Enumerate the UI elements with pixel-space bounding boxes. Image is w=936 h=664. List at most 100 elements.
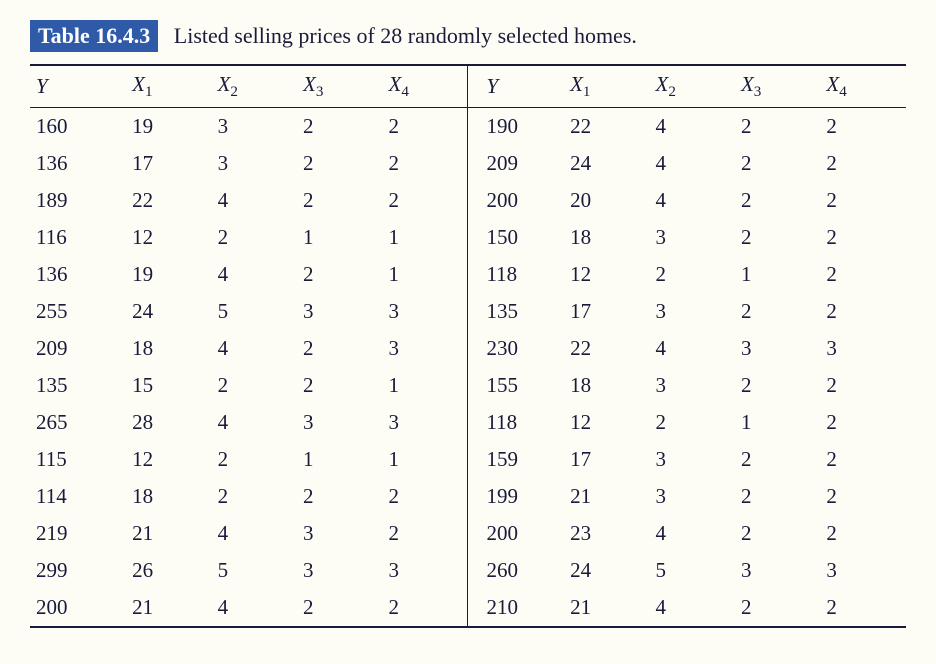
- table-number-badge: Table 16.4.3: [30, 20, 158, 52]
- cell: 160: [30, 108, 126, 146]
- cell: 2: [297, 182, 382, 219]
- cell: 136: [30, 256, 126, 293]
- cell: 2: [820, 182, 906, 219]
- cell: 118: [468, 404, 564, 441]
- cell: 12: [564, 256, 649, 293]
- cell: 3: [297, 515, 382, 552]
- cell: 150: [468, 219, 564, 256]
- table-body: 1601932219022422136173222092442218922422…: [30, 108, 906, 628]
- cell: 1: [735, 256, 820, 293]
- cell: 22: [564, 108, 649, 146]
- col-header-x2-left: X2: [212, 65, 297, 108]
- cell: 5: [212, 293, 297, 330]
- cell: 4: [650, 330, 735, 367]
- table-caption: Listed selling prices of 28 randomly sel…: [174, 23, 637, 48]
- cell: 116: [30, 219, 126, 256]
- cell: 3: [735, 330, 820, 367]
- table-row: 2002142221021422: [30, 589, 906, 627]
- cell: 4: [212, 404, 297, 441]
- cell: 2: [735, 367, 820, 404]
- cell: 135: [30, 367, 126, 404]
- cell: 4: [650, 515, 735, 552]
- cell: 190: [468, 108, 564, 146]
- cell: 5: [212, 552, 297, 589]
- cell: 4: [212, 515, 297, 552]
- col-header-y-right: Y: [468, 65, 564, 108]
- cell: 3: [735, 552, 820, 589]
- cell: 2: [382, 478, 467, 515]
- cell: 209: [30, 330, 126, 367]
- cell: 17: [564, 293, 649, 330]
- cell: 2: [650, 404, 735, 441]
- cell: 200: [468, 182, 564, 219]
- cell: 12: [564, 404, 649, 441]
- cell: 3: [650, 219, 735, 256]
- data-table: Y X1 X2 X3 X4 Y X1 X2 X3 X4 160193221902…: [30, 64, 906, 628]
- cell: 15: [126, 367, 211, 404]
- cell: 19: [126, 108, 211, 146]
- cell: 260: [468, 552, 564, 589]
- cell: 1: [382, 367, 467, 404]
- table-row: 2192143220023422: [30, 515, 906, 552]
- cell: 2: [820, 293, 906, 330]
- table-row: 1161221115018322: [30, 219, 906, 256]
- cell: 230: [468, 330, 564, 367]
- cell: 2: [735, 108, 820, 146]
- cell: 21: [564, 478, 649, 515]
- col-header-x2-right: X2: [650, 65, 735, 108]
- table-row: 1351522115518322: [30, 367, 906, 404]
- cell: 2: [820, 108, 906, 146]
- cell: 2: [382, 145, 467, 182]
- cell: 3: [820, 330, 906, 367]
- cell: 200: [30, 589, 126, 627]
- cell: 2: [820, 145, 906, 182]
- cell: 2: [297, 478, 382, 515]
- cell: 299: [30, 552, 126, 589]
- cell: 2: [212, 367, 297, 404]
- cell: 2: [735, 145, 820, 182]
- cell: 28: [126, 404, 211, 441]
- cell: 4: [212, 330, 297, 367]
- cell: 4: [212, 182, 297, 219]
- cell: 135: [468, 293, 564, 330]
- cell: 2: [820, 404, 906, 441]
- cell: 18: [126, 478, 211, 515]
- cell: 5: [650, 552, 735, 589]
- cell: 155: [468, 367, 564, 404]
- table-row: 2091842323022433: [30, 330, 906, 367]
- cell: 3: [650, 478, 735, 515]
- cell: 21: [126, 589, 211, 627]
- cell: 2: [735, 219, 820, 256]
- col-header-x1-right: X1: [564, 65, 649, 108]
- cell: 2: [820, 589, 906, 627]
- cell: 2: [820, 219, 906, 256]
- cell: 1: [382, 441, 467, 478]
- cell: 3: [820, 552, 906, 589]
- cell: 118: [468, 256, 564, 293]
- cell: 21: [564, 589, 649, 627]
- cell: 255: [30, 293, 126, 330]
- cell: 265: [30, 404, 126, 441]
- cell: 12: [126, 441, 211, 478]
- cell: 3: [297, 552, 382, 589]
- cell: 20: [564, 182, 649, 219]
- cell: 2: [820, 367, 906, 404]
- cell: 24: [564, 552, 649, 589]
- cell: 19: [126, 256, 211, 293]
- cell: 136: [30, 145, 126, 182]
- cell: 4: [212, 256, 297, 293]
- cell: 199: [468, 478, 564, 515]
- col-header-x1-left: X1: [126, 65, 211, 108]
- cell: 159: [468, 441, 564, 478]
- cell: 2: [297, 256, 382, 293]
- table-row: 1361942111812212: [30, 256, 906, 293]
- cell: 1: [297, 441, 382, 478]
- cell: 115: [30, 441, 126, 478]
- cell: 1: [382, 256, 467, 293]
- cell: 1: [382, 219, 467, 256]
- cell: 4: [650, 182, 735, 219]
- cell: 2: [735, 478, 820, 515]
- cell: 24: [126, 293, 211, 330]
- cell: 4: [650, 108, 735, 146]
- cell: 2: [820, 441, 906, 478]
